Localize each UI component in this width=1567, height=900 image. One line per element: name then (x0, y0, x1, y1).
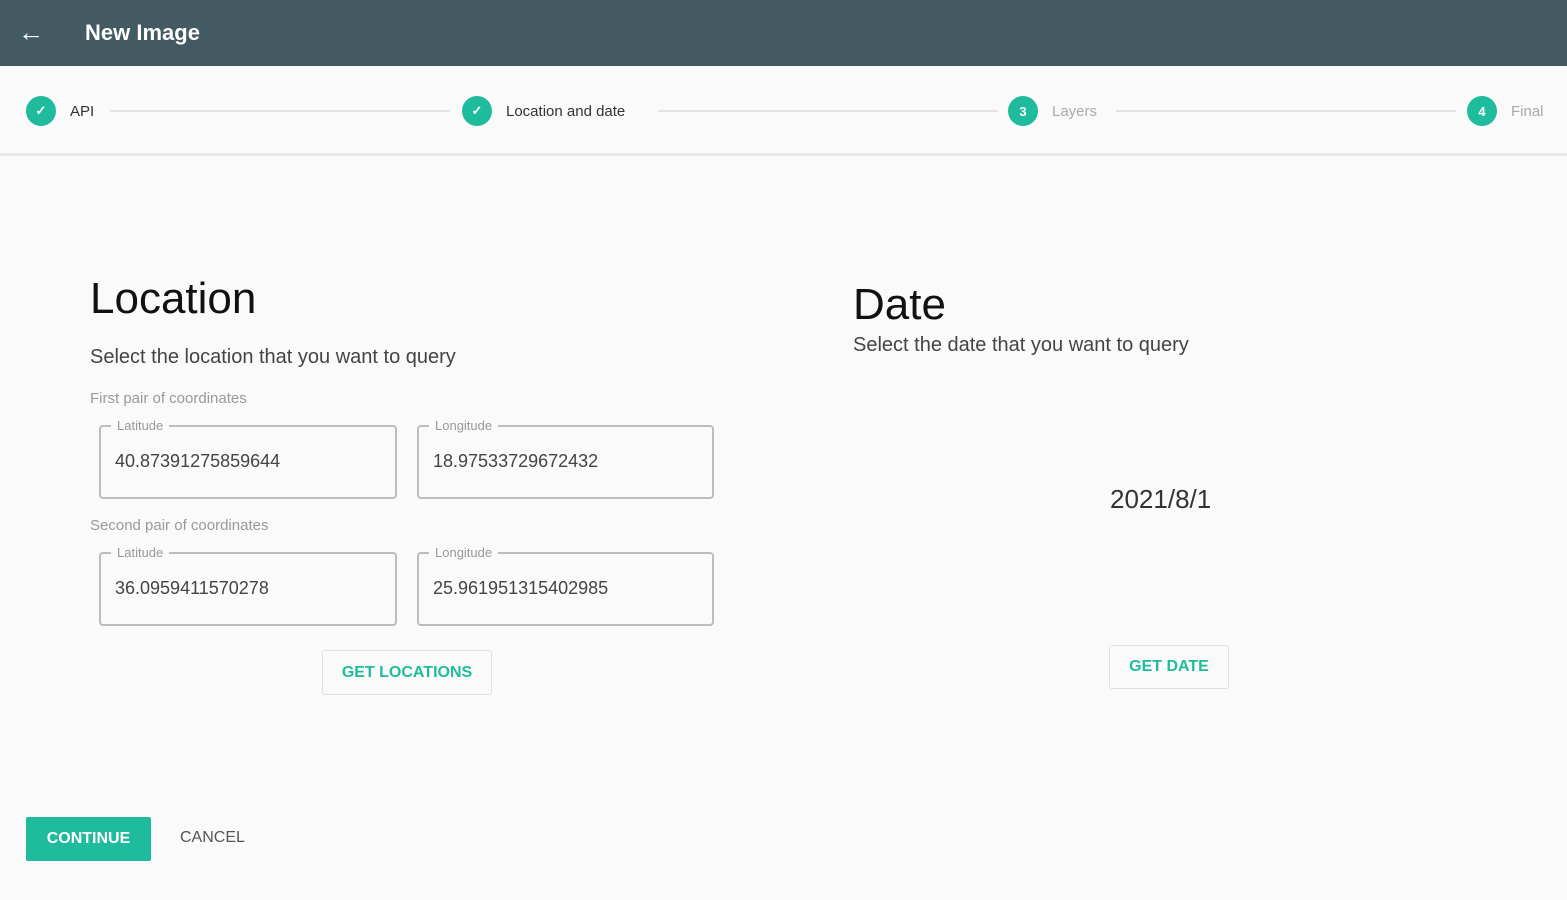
arrow-left-icon[interactable]: ← (18, 18, 44, 46)
get-date-button[interactable]: GET DATE (1109, 645, 1229, 689)
app-bar: ← New Image (0, 0, 1567, 66)
step-connector (110, 110, 450, 112)
first-latitude-input[interactable] (115, 451, 385, 472)
step-location-and-date[interactable]: ✓ Location and date (462, 96, 625, 126)
continue-button[interactable]: CONTINUE (26, 817, 151, 861)
step-number: 4 (1467, 96, 1497, 126)
date-subtitle: Select the date that you want to query (853, 334, 1189, 356)
first-latitude-field[interactable]: Latitude (99, 418, 397, 499)
step-api[interactable]: ✓ API (26, 96, 94, 126)
date-title: Date (853, 280, 946, 329)
second-longitude-input[interactable] (433, 578, 703, 599)
field-label: Latitude (111, 545, 170, 560)
step-layers[interactable]: 3 Layers (1008, 96, 1097, 126)
step-label: Layers (1052, 102, 1098, 120)
field-label: Longitude (429, 418, 499, 433)
location-title: Location (90, 274, 257, 323)
location-subtitle: Select the location that you want to que… (90, 346, 456, 368)
page-title: New Image (85, 20, 200, 45)
first-longitude-field[interactable]: Longitude (417, 418, 714, 499)
field-label: Longitude (429, 545, 499, 560)
step-label: Final (1511, 102, 1544, 120)
get-locations-button[interactable]: GET LOCATIONS (322, 650, 492, 695)
step-number: 3 (1008, 96, 1038, 126)
stepper: ✓ API ✓ Location and date 3 Layers 4 Fin… (0, 66, 1567, 156)
step-connector (658, 110, 998, 112)
second-pair-label: Second pair of coordinates (90, 517, 269, 534)
check-icon: ✓ (26, 96, 56, 126)
step-label: API (70, 102, 95, 120)
second-latitude-field[interactable]: Latitude (99, 545, 397, 626)
second-latitude-input[interactable] (115, 578, 385, 599)
step-final[interactable]: 4 Final (1467, 96, 1544, 126)
step-label: Location and date (506, 102, 626, 120)
cancel-button[interactable]: CANCEL (180, 829, 245, 847)
first-longitude-input[interactable] (433, 451, 703, 472)
step-connector (1116, 110, 1456, 112)
check-icon: ✓ (462, 96, 492, 126)
selected-date: 2021/8/1 (1110, 484, 1212, 514)
first-pair-label: First pair of coordinates (90, 390, 247, 407)
second-longitude-field[interactable]: Longitude (417, 545, 714, 626)
field-label: Latitude (111, 418, 170, 433)
